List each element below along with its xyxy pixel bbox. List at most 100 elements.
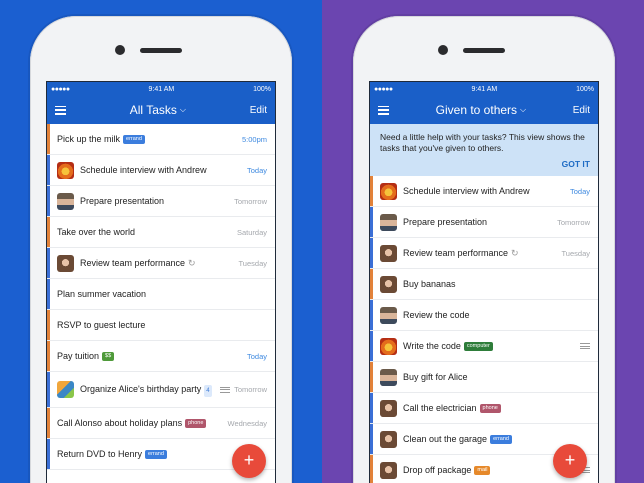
list-color-bar <box>370 455 373 483</box>
notes-icon <box>580 343 590 349</box>
chevron-down-icon: ⌵ <box>179 105 186 114</box>
task-row[interactable]: Pick up the milk errand 5:00pm <box>47 124 275 155</box>
task-title: Prepare presentation <box>80 196 165 206</box>
task-row[interactable]: Buy bananas <box>370 269 598 300</box>
speaker-icon <box>463 48 505 53</box>
avatar <box>57 161 74 179</box>
got-it-button[interactable]: GOT IT <box>380 159 590 170</box>
edit-button[interactable]: Edit <box>250 105 267 116</box>
status-bar: ●●●●● 9:41 AM 100% <box>47 82 275 96</box>
task-title: Prepare presentation <box>403 217 488 227</box>
due-date: Tuesday <box>238 258 268 268</box>
task-title: Buy gift for Alice <box>403 372 468 382</box>
avatar <box>380 399 397 417</box>
task-row[interactable]: Review team performance ↻ Tuesday <box>370 238 598 269</box>
list-color-bar <box>47 248 50 278</box>
due-date: Tomorrow <box>234 385 267 394</box>
task-row[interactable]: Review the code <box>370 300 598 331</box>
task-row[interactable]: RSVP to guest lecture <box>47 310 275 341</box>
list-color-bar <box>370 393 373 423</box>
due-date: Today <box>246 165 267 175</box>
repeat-icon: ↻ <box>188 258 196 268</box>
task-row[interactable]: Call the electrician phone <box>370 393 598 424</box>
list-color-bar <box>370 176 373 206</box>
battery-level: 100% <box>253 85 271 93</box>
task-row[interactable]: Review team performance ↻ Tuesday <box>47 248 275 279</box>
task-title: Pay tuition <box>57 351 100 361</box>
task-row[interactable]: Pay tuition $$ Today <box>47 341 275 372</box>
status-bar: ●●●●● 9:41 AM 100% <box>370 82 598 96</box>
task-title: Drop off package <box>403 465 472 475</box>
task-title: Clean out the garage <box>403 434 488 444</box>
repeat-icon: ↻ <box>511 248 519 258</box>
avatar <box>380 275 397 293</box>
list-color-bar <box>47 217 50 247</box>
avatar <box>380 182 397 200</box>
task-title: Call the electrician <box>403 403 477 413</box>
task-row[interactable]: Organize Alice's birthday party 4 Tomorrow <box>47 372 275 408</box>
avatar <box>380 213 397 231</box>
due-date: Saturday <box>236 227 267 237</box>
notes-icon <box>220 386 231 393</box>
task-list: Pick up the milk errand 5:00pm Schedule int… <box>47 124 275 470</box>
menu-icon[interactable] <box>378 105 389 115</box>
tag-badge: $$ <box>102 352 115 362</box>
tag-badge: phone <box>185 419 207 429</box>
task-title: Schedule interview with Andrew <box>403 186 530 196</box>
list-color-bar <box>370 331 373 361</box>
tag-badge: mail <box>474 466 491 476</box>
task-row[interactable]: Buy gift for Alice <box>370 362 598 393</box>
navbar: Given to others ⌵ Edit <box>370 96 598 124</box>
list-color-bar <box>47 341 50 371</box>
tag-badge: phone <box>479 404 501 414</box>
avatar <box>380 244 397 262</box>
phone-frame-right: ●●●●● 9:41 AM 100% Given to others ⌵ Edi… <box>353 16 615 483</box>
task-title: Plan summer vacation <box>57 289 147 299</box>
screen-left: ●●●●● 9:41 AM 100% All Tasks ⌵ Edit Pick… <box>46 81 276 483</box>
list-color-bar <box>47 124 50 154</box>
task-title: RSVP to guest lecture <box>57 320 146 330</box>
subtask-count-badge: 4 <box>204 384 212 397</box>
task-row[interactable]: Prepare presentation Tomorrow <box>370 207 598 238</box>
task-row[interactable]: Schedule interview with Andrew Today <box>370 176 598 207</box>
list-title[interactable]: Given to others ⌵ <box>436 103 526 117</box>
list-color-bar <box>47 155 50 185</box>
task-row[interactable]: Schedule interview with Andrew Today <box>47 155 275 186</box>
list-color-bar <box>47 310 50 340</box>
list-color-bar <box>370 424 373 454</box>
list-color-bar <box>370 362 373 392</box>
due-date: Today <box>569 186 590 196</box>
add-task-button[interactable]: + <box>232 444 266 478</box>
task-row[interactable]: Prepare presentation Tomorrow <box>47 186 275 217</box>
task-title: Schedule interview with Andrew <box>80 165 207 175</box>
list-color-bar <box>370 207 373 237</box>
avatar <box>380 337 397 355</box>
due-date: Wednesday <box>227 418 267 428</box>
edit-button[interactable]: Edit <box>573 105 590 116</box>
signal-icon: ●●●●● <box>51 85 70 93</box>
task-title: Return DVD to Henry <box>57 449 143 459</box>
avatar <box>380 368 397 386</box>
task-row[interactable]: Take over the world Saturday <box>47 217 275 248</box>
task-row[interactable]: Call Alonso about holiday plans phone Wedn… <box>47 408 275 439</box>
add-task-button[interactable]: + <box>553 444 587 478</box>
status-time: 9:41 AM <box>471 85 498 93</box>
task-title: Review the code <box>403 310 470 320</box>
task-row[interactable]: Write the code computer <box>370 331 598 362</box>
tag-badge: errand <box>490 435 512 445</box>
signal-icon: ●●●●● <box>374 85 393 93</box>
task-title: Write the code <box>403 341 461 351</box>
menu-icon[interactable] <box>55 105 66 115</box>
task-list: Schedule interview with Andrew Today Prepa… <box>370 176 598 483</box>
info-banner: Need a little help with your tasks? This… <box>370 124 598 176</box>
avatar <box>57 381 74 398</box>
task-title: Pick up the milk <box>57 134 121 144</box>
camera-icon <box>115 45 125 55</box>
task-title: Review team performance <box>403 248 509 258</box>
due-date: Today <box>246 351 267 361</box>
list-color-bar <box>47 279 50 309</box>
due-date: 5:00pm <box>241 134 267 144</box>
avatar <box>380 306 397 324</box>
task-row[interactable]: Plan summer vacation <box>47 279 275 310</box>
list-title[interactable]: All Tasks ⌵ <box>130 103 186 117</box>
